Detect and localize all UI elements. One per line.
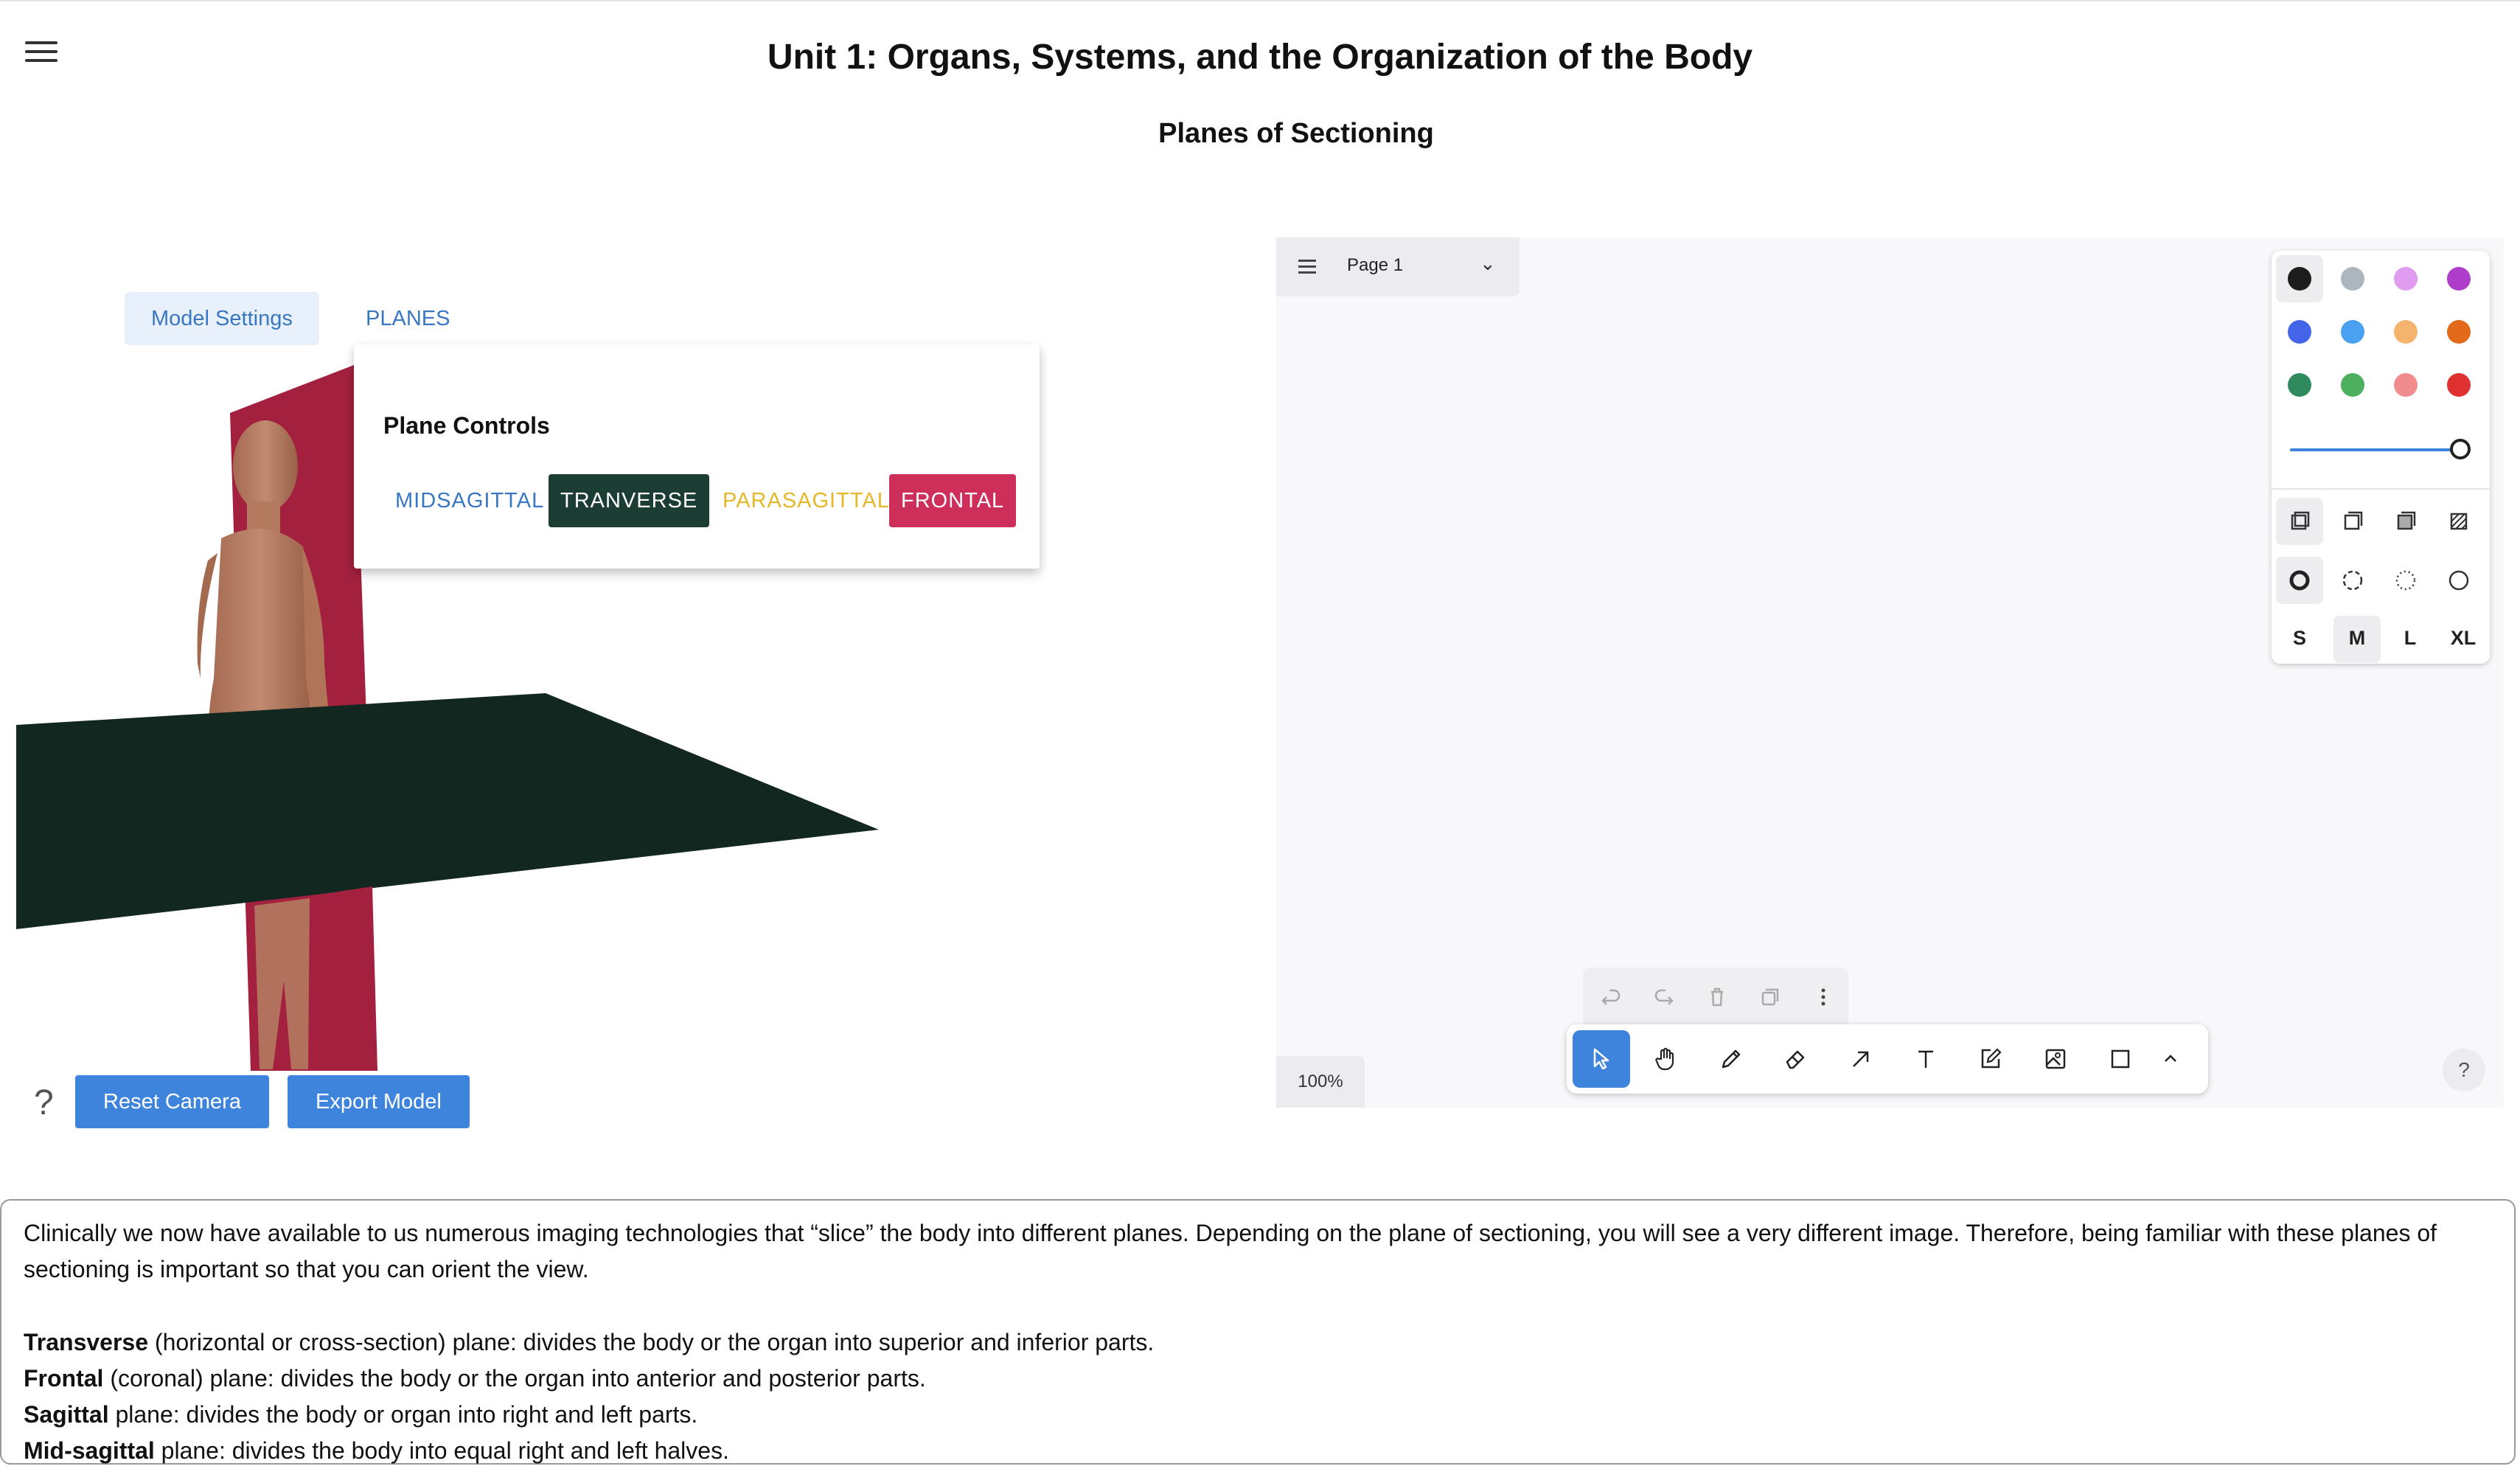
dash-draw-icon[interactable] [2288,569,2311,592]
dash-dotted-icon[interactable] [2394,569,2418,592]
color-swatch-yellow[interactable] [2394,320,2418,344]
panel-divider [2272,488,2490,490]
opacity-slider-track[interactable] [2290,448,2461,451]
term: Transverse [24,1329,149,1355]
page-menu[interactable]: Page 1 ⌄ [1276,237,1520,296]
color-swatch-red[interactable] [2447,373,2471,397]
eraser-icon [1786,1050,1805,1069]
zoom-indicator[interactable]: 100% [1276,1056,1365,1108]
more-tools-button[interactable] [2149,1030,2193,1088]
dash-solid-icon[interactable] [2447,569,2471,592]
intro-paragraph: Clinically we now have available to us n… [24,1220,2437,1282]
definition-sagittal: Sagittal plane: divides the body or orga… [24,1397,2501,1433]
redo-icon[interactable] [1652,985,1676,1009]
size-xl-button[interactable]: XL [2440,627,2487,650]
definition-transverse: Transverse (horizontal or cross-section)… [24,1324,2501,1361]
page-menu-icon[interactable] [1298,260,1316,277]
content-text: Clinically we now have available to us n… [24,1215,2501,1469]
color-swatch-light-green[interactable] [2341,373,2364,397]
help-icon[interactable]: ? [34,1083,54,1123]
definition-text: plane: divides the body into equal right… [154,1437,729,1464]
tab-model-settings[interactable]: Model Settings [125,292,319,345]
color-swatch-violet[interactable] [2447,267,2471,291]
hand-icon [1655,1047,1674,1071]
whiteboard-help-icon[interactable]: ? [2443,1049,2485,1091]
term: Sagittal [24,1401,109,1428]
eraser-tool[interactable] [1767,1030,1825,1088]
opacity-slider-knob[interactable] [2450,439,2471,459]
text-tool[interactable] [1897,1030,1955,1088]
color-swatch-light-red[interactable] [2394,373,2418,397]
arrow-icon [1853,1051,1869,1067]
transverse-button[interactable]: TRANVERSE [549,474,710,527]
midsagittal-button[interactable]: MIDSAGITTAL [383,474,556,527]
plane-controls-panel: Plane Controls MIDSAGITTAL TRANVERSE PAR… [354,344,1040,569]
duplicate-icon[interactable] [1758,985,1782,1009]
style-panel: S M L XL [2272,251,2490,664]
transverse-plane [16,693,879,929]
color-swatch-black[interactable] [2288,267,2311,291]
content-panel: Clinically we now have available to us n… [0,1199,2516,1465]
page-label: Page 1 [1347,255,1404,275]
chevron-down-icon[interactable]: ⌄ [1480,252,1496,275]
color-swatch-light-blue[interactable] [2341,320,2364,344]
model-viewer[interactable]: Model Settings PLANES Plane Controls MID… [0,221,1268,1143]
page-subtitle: Planes of Sectioning [1158,118,1434,149]
rectangle-tool[interactable] [2092,1030,2149,1088]
hand-tool[interactable] [1637,1030,1695,1088]
note-tool[interactable] [1962,1030,2019,1088]
size-s-button[interactable]: S [2276,627,2323,650]
whiteboard-canvas[interactable]: Page 1 ⌄ S M L XL 100% ? [1276,237,2504,1108]
color-swatch-blue[interactable] [2288,320,2311,344]
chevron-up-icon [2165,1055,2176,1062]
trash-icon[interactable] [1705,985,1729,1009]
undo-icon[interactable] [1599,985,1623,1009]
fill-solid-icon[interactable] [2394,510,2418,533]
text-icon [1918,1050,1933,1068]
fill-none-icon[interactable] [2288,510,2311,533]
fill-pattern-icon[interactable] [2447,510,2471,533]
draw-tool[interactable] [1702,1030,1760,1088]
frontal-button[interactable]: FRONTAL [889,474,1017,527]
image-icon [2045,1049,2066,1069]
parasagittal-button[interactable]: PARASAGITTAL [711,474,902,527]
definition-frontal: Frontal (coronal) plane: divides the bod… [24,1361,2501,1397]
size-l-button[interactable]: L [2387,627,2434,650]
drawing-toolbar [1567,1024,2208,1094]
rectangle-icon [2111,1049,2130,1069]
color-swatch-green[interactable] [2288,373,2311,397]
export-model-button[interactable]: Export Model [288,1075,470,1128]
color-swatch-light-violet[interactable] [2394,267,2418,291]
asset-tool[interactable] [2027,1030,2084,1088]
plane-controls-heading: Plane Controls [383,412,550,439]
size-m-button[interactable]: M [2333,627,2381,650]
color-swatch-grey[interactable] [2341,267,2364,291]
top-border [0,0,2520,1]
more-vertical-icon[interactable] [1811,985,1835,1009]
dash-dashed-icon[interactable] [2341,569,2364,592]
page-title: Unit 1: Organs, Systems, and the Organiz… [767,38,1753,77]
term: Frontal [24,1365,104,1392]
color-swatch-orange[interactable] [2447,320,2471,344]
cursor-icon [1593,1048,1609,1070]
term: Mid-sagittal [24,1437,155,1464]
arrow-tool[interactable] [1832,1030,1890,1088]
action-toolbar [1583,968,1848,1027]
definition-text: (coronal) plane: divides the body or the… [103,1365,926,1392]
definition-text: (horizontal or cross-section) plane: div… [148,1329,1155,1355]
tab-planes[interactable]: PLANES [339,292,476,345]
note-icon [1981,1048,2002,1069]
select-tool[interactable] [1573,1030,1630,1088]
definition-text: plane: divides the body or organ into ri… [108,1401,698,1428]
fill-semi-icon[interactable] [2341,510,2364,533]
pencil-icon [1722,1049,1741,1069]
definition-midsagittal: Mid-sagittal plane: divides the body int… [24,1433,2501,1469]
reset-camera-button[interactable]: Reset Camera [75,1075,269,1128]
